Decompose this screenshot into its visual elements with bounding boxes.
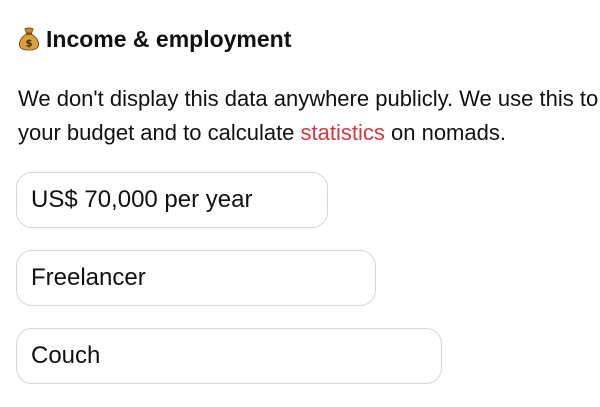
section-title-text: Income & employment	[46, 26, 292, 52]
svg-text:$: $	[26, 39, 33, 50]
description-text-before-link: your budget and to calculate	[18, 120, 301, 145]
description-text-after-link: on nomads.	[384, 120, 506, 145]
description-line-1: We don't display this data anywhere publ…	[18, 86, 600, 111]
section-title: $ Income & employment	[18, 24, 291, 54]
money-bag-icon: $	[18, 27, 40, 51]
privacy-description: We don't display this data anywhere publ…	[18, 82, 600, 150]
description-line-2: your budget and to calculate statistics …	[18, 116, 600, 150]
housing-value: Couch	[31, 342, 101, 369]
housing-select[interactable]: Couch	[16, 328, 442, 384]
income-select[interactable]: US$ 70,000 per year	[16, 172, 328, 228]
employment-value: Freelancer	[31, 264, 146, 291]
statistics-link[interactable]: statistics	[301, 120, 385, 145]
income-value: US$ 70,000 per year	[31, 186, 253, 213]
employment-select[interactable]: Freelancer	[16, 250, 376, 306]
